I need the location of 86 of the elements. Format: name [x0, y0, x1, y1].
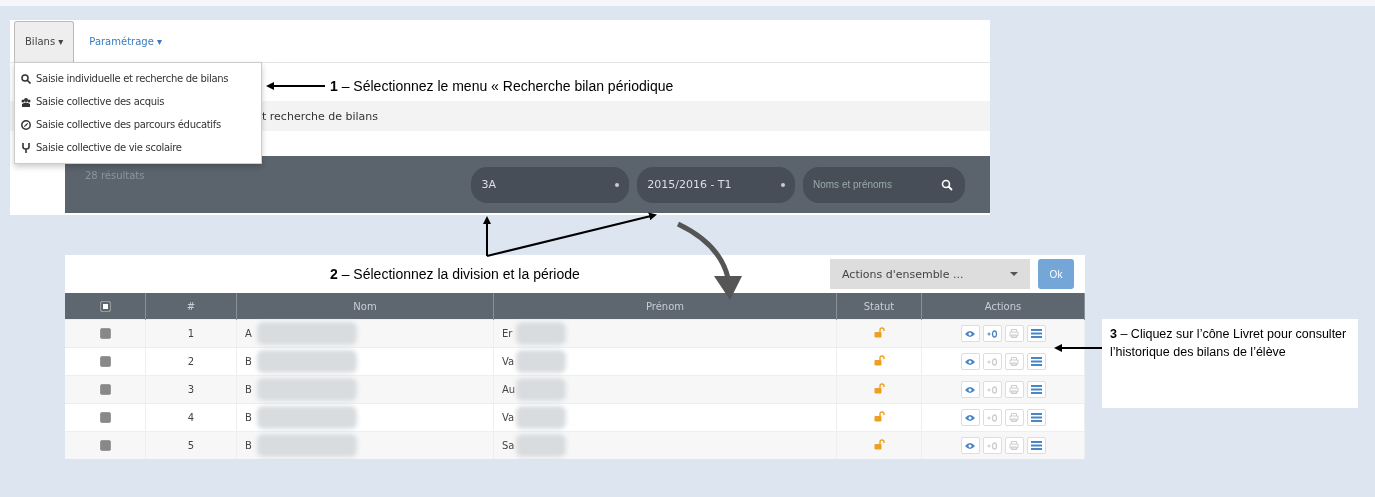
view-button[interactable]	[960, 353, 980, 370]
plus-zero-icon	[986, 413, 998, 422]
table-cell: Au	[502, 384, 516, 395]
annotation-text: 2 – Sélectionnez la division et la période	[330, 266, 581, 282]
printer-icon	[1009, 413, 1019, 422]
column-header: #	[145, 293, 237, 320]
checkbox[interactable]	[99, 328, 111, 340]
table-cell: Va	[502, 412, 515, 423]
blurred-redaction	[516, 434, 566, 457]
people-icon	[21, 96, 31, 107]
period-select[interactable]: 2015/2016 - T1	[637, 166, 795, 203]
list-icon	[1030, 413, 1042, 422]
blurred-redaction	[516, 406, 566, 429]
table-cell: B	[245, 384, 252, 395]
eye-icon	[965, 357, 975, 366]
division-select[interactable]: 3A	[471, 166, 630, 203]
plus-zero-icon	[986, 385, 998, 394]
view-button[interactable]	[960, 325, 980, 342]
blurred-redaction	[516, 350, 566, 373]
breadcrumb-text: t recherche de bilans	[262, 109, 378, 123]
booklet-button[interactable]	[1026, 409, 1046, 426]
menu-item[interactable]: Saisie collective des acquis	[15, 90, 261, 113]
annotation-text: 1 – Sélectionnez le menu « Recherche bilan périodique	[330, 78, 674, 94]
view-button[interactable]	[960, 409, 980, 426]
plus-zero-icon	[986, 441, 998, 450]
menu-tab[interactable]: Paramétrage ▾	[78, 21, 173, 62]
list-icon	[1030, 385, 1042, 394]
printer-icon	[1009, 385, 1019, 394]
checkbox[interactable]	[99, 300, 111, 312]
booklet-button[interactable]	[1026, 353, 1046, 370]
menu-item[interactable]: Saisie individuelle et recherche de bilans	[15, 67, 261, 90]
unlocked-icon	[873, 327, 885, 338]
eye-icon	[965, 385, 975, 394]
table-cell: B	[245, 356, 252, 367]
menu-item[interactable]: Saisie collective des parcours éducatifs	[15, 113, 261, 136]
search-icon	[941, 178, 953, 191]
view-button[interactable]	[960, 437, 980, 454]
table-cell: 3	[145, 375, 237, 404]
compass-icon	[21, 119, 31, 130]
table-cell: Er	[502, 328, 513, 339]
list-icon	[1030, 441, 1042, 450]
eye-icon	[965, 413, 975, 422]
table-cell: B	[245, 412, 252, 423]
checkbox[interactable]	[99, 356, 111, 368]
printer-icon	[1009, 357, 1019, 366]
unlocked-icon	[873, 439, 885, 450]
plus-zero-icon	[986, 329, 998, 338]
arrow	[266, 82, 326, 90]
blurred-redaction	[516, 378, 566, 401]
column-header: Nom	[236, 293, 494, 320]
unlocked-icon	[873, 411, 885, 422]
table-cell: Va	[502, 356, 515, 367]
eye-icon	[965, 441, 975, 450]
booklet-button[interactable]	[1026, 437, 1046, 454]
column-header: Prénom	[493, 293, 837, 320]
booklet-button[interactable]	[1026, 381, 1046, 398]
bulk-actions-select[interactable]: Actions d'ensemble ...	[830, 259, 1030, 289]
table-cell: 1	[145, 319, 237, 348]
printer-icon	[1009, 441, 1019, 450]
checkbox[interactable]	[99, 440, 111, 452]
list-icon	[1030, 357, 1042, 366]
column-header: Statut	[836, 293, 922, 320]
fork-icon	[21, 142, 31, 153]
plus-zero-button[interactable]	[982, 325, 1002, 342]
table-cell: B	[245, 440, 252, 451]
list-icon	[1030, 329, 1042, 338]
unlocked-icon	[873, 355, 885, 366]
arrow	[1054, 344, 1103, 352]
table-cell: 5	[145, 431, 237, 459]
annotation-text: 3 – Cliquez sur l’cône Livret pour consulter l’historique des bilans de l’élève	[1110, 327, 1347, 359]
menu-item[interactable]: Saisie collective de vie scolaire	[15, 136, 261, 159]
printer-icon	[1009, 329, 1019, 338]
table-cell: A	[245, 328, 252, 339]
column-header: Actions	[921, 293, 1085, 320]
blurred-redaction	[516, 322, 566, 345]
search-icon	[21, 73, 31, 84]
plus-zero-icon	[986, 357, 998, 366]
unlocked-icon	[873, 383, 885, 394]
search-field[interactable]: Noms et prénoms	[803, 166, 965, 203]
table-cell: Sa	[502, 440, 515, 451]
checkbox[interactable]	[99, 412, 111, 424]
booklet-button[interactable]	[1026, 325, 1046, 342]
checkbox[interactable]	[99, 384, 111, 396]
menu-tab[interactable]: Bilans ▾	[14, 21, 75, 62]
eye-icon	[965, 329, 975, 338]
view-button[interactable]	[960, 381, 980, 398]
